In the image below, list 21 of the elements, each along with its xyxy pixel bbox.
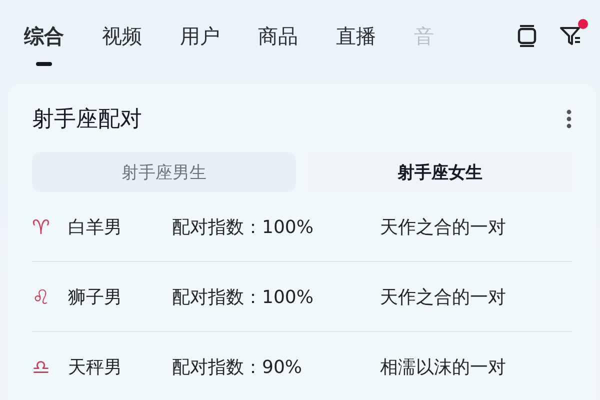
match-verdict: 相濡以沫的一对 — [380, 356, 506, 378]
zodiac-sign: ♈ — [32, 214, 51, 238]
gender-tab[interactable]: 射手座女生 — [308, 152, 572, 192]
category-tab[interactable]: 综合 — [24, 0, 64, 72]
gender-tab[interactable]: 射手座男生 — [32, 152, 296, 192]
sign-name: 狮子男 — [68, 286, 123, 308]
match-score: 配对指数：90% — [172, 356, 304, 378]
match-score: 配对指数：100% — [172, 286, 314, 308]
sign-name: 天秤男 — [68, 356, 123, 378]
zodiac-sign: ♌ — [32, 284, 51, 308]
sign-name: 白羊男 — [68, 216, 123, 238]
card-title: 射手座配对 — [32, 106, 142, 134]
category-tab[interactable]: 视频 — [102, 0, 142, 72]
match-score: 配对指数：100% — [172, 216, 314, 238]
zodiac-sign: ♎ — [32, 354, 51, 378]
match-verdict: 天作之合的一对 — [380, 216, 506, 238]
category-tab[interactable]: 商品 — [258, 0, 298, 72]
match-verdict: 天作之合的一对 — [380, 286, 506, 308]
more-icon[interactable] — [566, 109, 572, 129]
category-tab[interactable]: 用户 — [180, 0, 220, 72]
category-tab[interactable]: 直播 — [336, 0, 376, 72]
